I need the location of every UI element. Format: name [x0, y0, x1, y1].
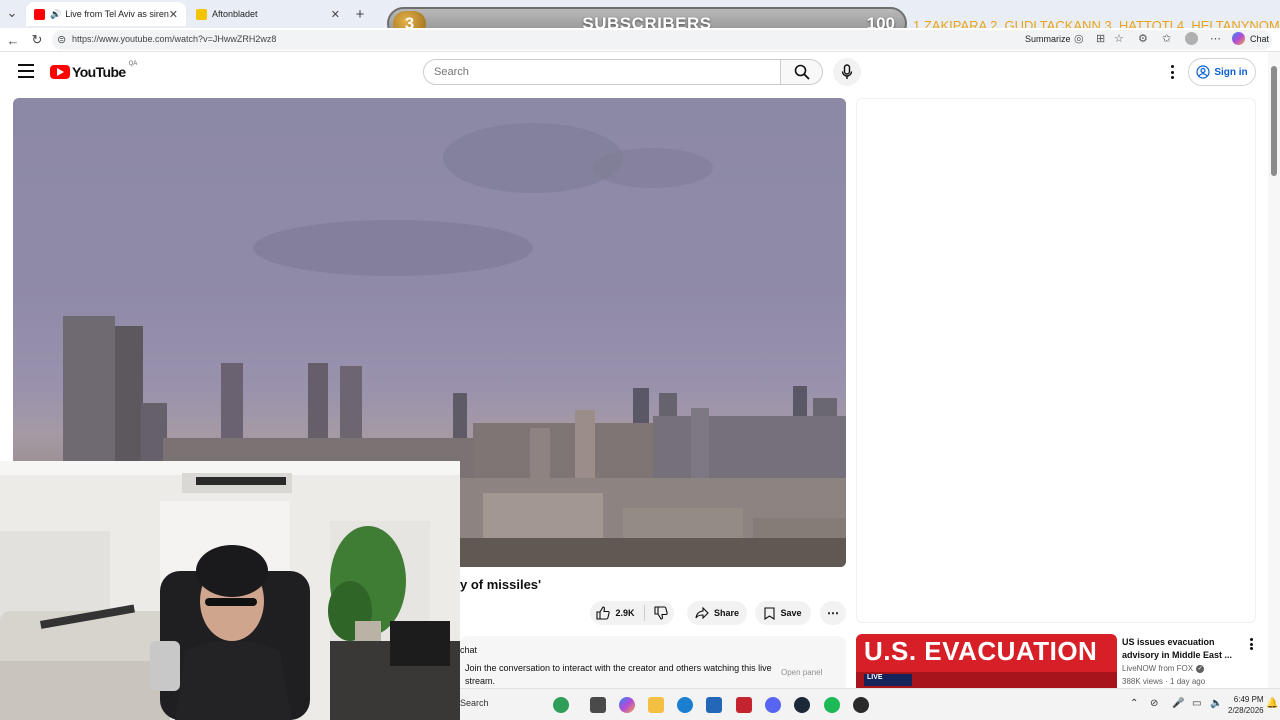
youtube-favicon-icon: [34, 8, 45, 20]
url-text: https://www.youtube.com/watch?v=JHwwZRH2…: [72, 34, 277, 44]
microphone-tray-icon[interactable]: 🎤: [1172, 698, 1184, 709]
spotify-icon[interactable]: [824, 697, 840, 713]
taskbar-search[interactable]: Search: [460, 698, 489, 708]
tab-youtube-live[interactable]: 🔊 Live from Tel Aviv as sirens so ✕: [26, 2, 186, 26]
notifications-icon[interactable]: 🔔: [1266, 698, 1278, 709]
chat-header: chat: [460, 645, 478, 655]
recommended-meta: 388K views · 1 day ago: [1122, 677, 1206, 686]
webcam-feed: [0, 461, 460, 720]
recommended-menu-icon[interactable]: [1248, 638, 1254, 650]
search-button[interactable]: [781, 59, 823, 85]
more-options-icon[interactable]: ⋯: [1210, 32, 1221, 45]
discord-icon[interactable]: [765, 697, 781, 713]
thumbs-down-icon[interactable]: [653, 606, 668, 620]
aftonbladet-favicon-icon: [196, 8, 207, 20]
like-button[interactable]: 2.9K: [596, 606, 635, 620]
share-label: Share: [713, 608, 739, 618]
sign-in-label: Sign in: [1214, 66, 1248, 78]
video-title: y of missiles': [460, 577, 542, 592]
search-input[interactable]: [424, 60, 780, 84]
tab-search-chevron-icon[interactable]: ⌄: [4, 5, 20, 21]
bookmark-icon: [764, 606, 776, 620]
copilot-taskbar-icon[interactable]: [619, 697, 635, 713]
recommended-title[interactable]: US issues evacuation advisory in Middle …: [1122, 636, 1242, 662]
file-explorer-icon[interactable]: [648, 697, 664, 713]
copilot-summarize-icon: ◎: [1074, 33, 1084, 45]
save-label: Save: [780, 608, 802, 618]
copilot-icon[interactable]: [1232, 32, 1245, 45]
streamer-webcam-overlay: [0, 461, 460, 720]
page-scrollbar[interactable]: [1268, 52, 1280, 688]
thumbnail-live-badge: LIVE: [864, 674, 912, 686]
new-tab-icon[interactable]: +: [352, 6, 368, 23]
live-chat-panel: chat Join the conversation to interact w…: [460, 636, 846, 688]
logo-wordmark: YouTube: [72, 64, 126, 80]
favorites-icon[interactable]: ✩: [1162, 32, 1171, 45]
obs-studio-icon[interactable]: [853, 697, 869, 713]
app-available-icon[interactable]: ⊞: [1096, 32, 1105, 45]
verified-badge-icon: ✓: [1196, 664, 1205, 673]
volume-icon[interactable]: 🔈: [1210, 698, 1222, 709]
clock-time: 6:49 PM: [1233, 695, 1264, 704]
tab-aftonbladet[interactable]: Aftonbladet ✕: [188, 2, 348, 26]
steam-icon[interactable]: [794, 697, 810, 713]
thumbnail-headline: U.S. EVACUATION: [864, 636, 1098, 666]
network-off-icon[interactable]: ⊘: [1150, 698, 1158, 709]
sign-in-button[interactable]: Sign in: [1188, 58, 1256, 86]
channel-name: LiveNOW from FOX: [1122, 664, 1194, 673]
like-dislike-segment: 2.9K: [590, 601, 674, 625]
address-bar[interactable]: ⊜ https://www.youtube.com/watch?v=JHwwZR…: [52, 30, 1272, 50]
favorite-star-icon[interactable]: ☆: [1114, 32, 1124, 45]
task-view-icon[interactable]: [590, 697, 606, 713]
display-icon[interactable]: ▭: [1192, 698, 1201, 709]
chat-join-prompt: Join the conversation to interact with t…: [465, 663, 772, 686]
more-actions-icon[interactable]: ⋯: [820, 601, 846, 625]
chat-button[interactable]: Chat: [1250, 34, 1269, 44]
open-panel-button[interactable]: Open panel: [781, 668, 822, 677]
recommended-video[interactable]: U.S. EVACUATION LIVE US issues evacuatio…: [856, 634, 1260, 688]
recommended-channel[interactable]: LiveNOW from FOX ✓: [1122, 664, 1205, 673]
recommended-thumbnail[interactable]: U.S. EVACUATION LIVE: [856, 634, 1117, 688]
settings-menu-icon[interactable]: [1164, 63, 1180, 81]
profile-avatar-icon[interactable]: [1185, 32, 1198, 45]
summarize-button[interactable]: Summarize: [1025, 34, 1071, 44]
adobe-acrobat-icon[interactable]: [736, 697, 752, 713]
site-info-icon[interactable]: ⊜: [57, 33, 66, 46]
back-icon[interactable]: ←: [5, 32, 21, 48]
country-code: QA: [128, 61, 138, 67]
secondary-content-area: [856, 98, 1256, 623]
edge-browser-icon[interactable]: [677, 697, 693, 713]
share-arrow-icon: [695, 607, 709, 619]
clock-date: 2/28/2026: [1228, 706, 1264, 715]
extensions-icon[interactable]: ⚙: [1138, 32, 1148, 45]
show-hidden-icons-icon[interactable]: ⌃: [1130, 698, 1138, 709]
guide-menu-icon[interactable]: [18, 64, 34, 78]
weather-widget-icon[interactable]: [553, 697, 569, 713]
search-icon: [794, 64, 810, 80]
scrollbar-thumb[interactable]: [1271, 66, 1277, 176]
tab-title: Live from Tel Aviv as sirens so: [65, 9, 169, 19]
windows-taskbar: Search ⌃ ⊘ 🎤 ▭ 🔈 6:49 PM 2/28/2026 🔔: [460, 688, 1280, 720]
microsoft-store-icon[interactable]: [706, 697, 722, 713]
close-tab-icon[interactable]: ✕: [169, 8, 178, 21]
share-button[interactable]: Share: [687, 601, 747, 625]
reload-icon[interactable]: ↻: [29, 32, 45, 48]
speaker-icon[interactable]: 🔊: [50, 9, 61, 20]
youtube-logo[interactable]: YouTube QA: [50, 61, 138, 80]
like-count: 2.9K: [615, 608, 635, 618]
youtube-play-icon: [50, 65, 70, 79]
youtube-header: YouTube QA Sign in: [0, 52, 1268, 92]
system-clock[interactable]: 6:49 PM 2/28/2026: [1228, 694, 1264, 716]
search-field: [423, 59, 781, 85]
close-tab-icon[interactable]: ✕: [331, 8, 340, 21]
save-button[interactable]: Save: [755, 601, 811, 625]
voice-search-button[interactable]: [833, 58, 861, 86]
microphone-icon: [841, 64, 853, 79]
thumbs-up-icon: [596, 606, 611, 620]
account-icon: [1196, 65, 1210, 79]
tab-title: Aftonbladet: [212, 9, 258, 19]
browser-toolbar: ← ↻ ⊜ https://www.youtube.com/watch?v=JH…: [0, 28, 1280, 52]
like-divider: [643, 605, 645, 621]
